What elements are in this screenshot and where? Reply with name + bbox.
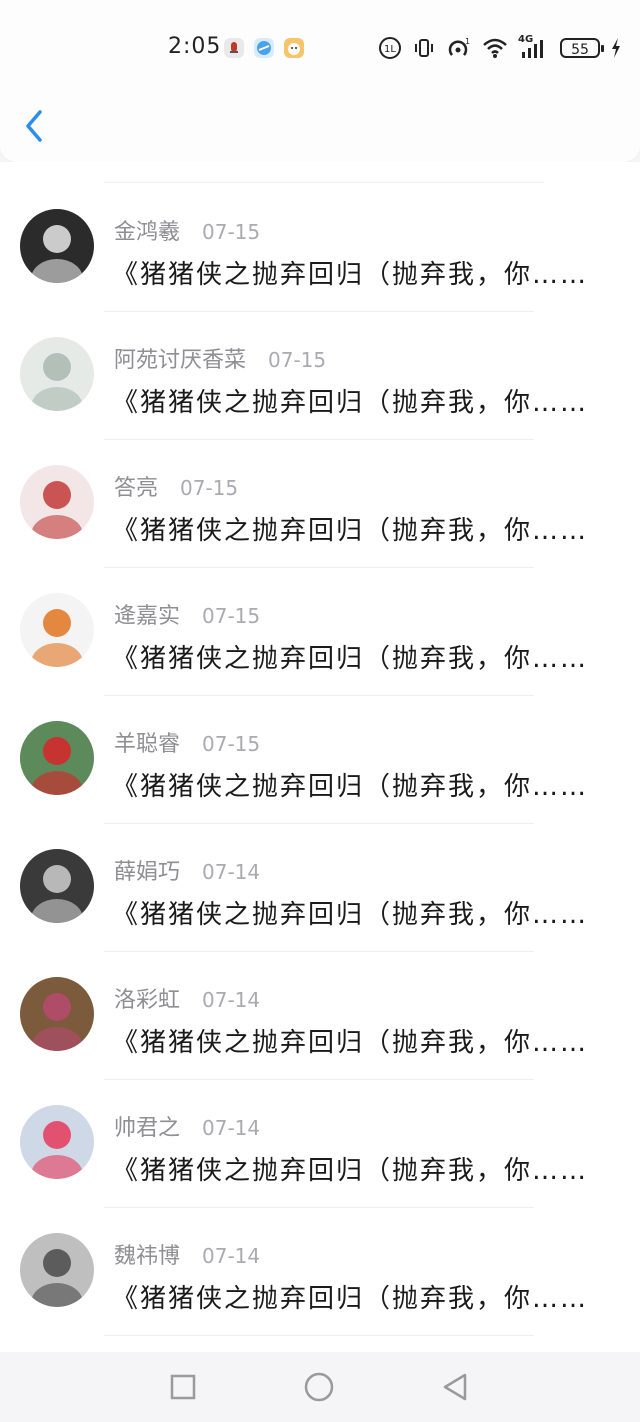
battery-indicator: 55 (560, 38, 604, 58)
commenter-name[interactable]: 逄嘉实 (114, 598, 180, 630)
comment-meta: 帅君之 07-14 (114, 1110, 261, 1142)
comment-meta: 洛彩虹 07-14 (114, 982, 261, 1014)
avatar[interactable] (20, 337, 94, 411)
comment-item[interactable]: 羊聪睿 07-15 《猪猪侠之抛弃回归（抛弃我，你…… (0, 696, 640, 824)
comment-text[interactable]: 《猪猪侠之抛弃回归（抛弃我，你…… (112, 638, 622, 675)
comment-meta: 薛娟巧 07-14 (114, 854, 261, 886)
avatar[interactable] (20, 465, 94, 539)
avatar[interactable] (20, 593, 94, 667)
cell-signal-icon: 4G (518, 34, 550, 60)
system-nav-bar (0, 1352, 640, 1422)
comment-text[interactable]: 《猪猪侠之抛弃回归（抛弃我，你…… (112, 766, 622, 803)
comment-item[interactable]: 魏祎博 07-14 《猪猪侠之抛弃回归（抛弃我，你…… (0, 1208, 640, 1336)
divider (104, 182, 544, 183)
hotspot-count: 1 (465, 37, 470, 46)
comment-item[interactable]: 洛彩虹 07-14 《猪猪侠之抛弃回归（抛弃我，你…… (0, 952, 640, 1080)
comment-date: 07-15 (202, 732, 261, 756)
comment-item[interactable]: 逄嘉实 07-15 《猪猪侠之抛弃回归（抛弃我，你…… (0, 568, 640, 696)
comment-date: 07-14 (202, 1116, 261, 1140)
comment-date: 07-15 (202, 604, 261, 628)
home-button[interactable] (302, 1370, 336, 1404)
comment-text[interactable]: 《猪猪侠之抛弃回归（抛弃我，你…… (112, 894, 622, 931)
comment-item[interactable]: 答亮 07-15 《猪猪侠之抛弃回归（抛弃我，你…… (0, 440, 640, 568)
status-indicators: 1L 1 4G 55 (378, 34, 622, 62)
comment-text[interactable]: 《猪猪侠之抛弃回归（抛弃我，你…… (112, 1278, 622, 1315)
commenter-name[interactable]: 金鸿羲 (114, 214, 180, 246)
chevron-left-icon (26, 110, 42, 142)
commenter-name[interactable]: 阿苑讨厌香菜 (114, 342, 246, 374)
triangle-back-icon (443, 1373, 467, 1401)
comment-date: 07-15 (268, 348, 327, 372)
comment-meta: 魏祎博 07-14 (114, 1238, 261, 1270)
comment-date: 07-15 (180, 476, 239, 500)
commenter-name[interactable]: 薛娟巧 (114, 854, 180, 886)
comment-date: 07-15 (202, 220, 261, 244)
avatar[interactable] (20, 1105, 94, 1179)
comment-meta: 羊聪睿 07-15 (114, 726, 261, 758)
cat-app-icon (284, 38, 304, 58)
vibrate-icon (412, 36, 436, 60)
comment-date: 07-14 (202, 1244, 261, 1268)
comment-meta: 金鸿羲 07-15 (114, 214, 261, 246)
charging-icon (610, 36, 622, 60)
comment-date: 07-14 (202, 988, 261, 1012)
comment-text[interactable]: 《猪猪侠之抛弃回归（抛弃我，你…… (112, 510, 622, 547)
commenter-name[interactable]: 答亮 (114, 470, 158, 502)
commenter-name[interactable]: 洛彩虹 (114, 982, 180, 1014)
system-back-button[interactable] (438, 1370, 472, 1404)
divider (104, 1335, 534, 1336)
square-icon (170, 1374, 196, 1400)
comment-text[interactable]: 《猪猪侠之抛弃回归（抛弃我，你…… (112, 382, 622, 419)
comment-text[interactable]: 《猪猪侠之抛弃回归（抛弃我，你…… (112, 1150, 622, 1187)
status-bar: 2:05 1L 1 4G 55 (0, 28, 640, 68)
commenter-name[interactable]: 魏祎博 (114, 1238, 180, 1270)
app-header: 2:05 1L 1 4G 55 (0, 0, 640, 162)
mic-app-icon (224, 38, 244, 58)
status-time: 2:05 (168, 34, 222, 59)
comment-date: 07-14 (202, 860, 261, 884)
comment-meta: 阿苑讨厌香菜 07-15 (114, 342, 327, 374)
comment-item[interactable]: 帅君之 07-14 《猪猪侠之抛弃回归（抛弃我，你…… (0, 1080, 640, 1208)
avatar[interactable] (20, 1233, 94, 1307)
wifi-icon (482, 36, 508, 60)
avatar[interactable] (20, 977, 94, 1051)
comment-meta: 逄嘉实 07-15 (114, 598, 261, 630)
recent-apps-button[interactable] (166, 1370, 200, 1404)
circle-icon (304, 1372, 334, 1402)
avatar[interactable] (20, 721, 94, 795)
comment-meta: 答亮 07-15 (114, 470, 239, 502)
commenter-name[interactable]: 羊聪睿 (114, 726, 180, 758)
comment-text[interactable]: 《猪猪侠之抛弃回归（抛弃我，你…… (112, 1022, 622, 1059)
back-button[interactable] (18, 106, 50, 146)
browser-app-icon (254, 38, 274, 58)
hd-call-icon: 1L (378, 36, 402, 60)
comment-item[interactable]: 薛娟巧 07-14 《猪猪侠之抛弃回归（抛弃我，你…… (0, 824, 640, 952)
commenter-name[interactable]: 帅君之 (114, 1110, 180, 1142)
svg-text:1L: 1L (384, 44, 396, 55)
comment-list-panel: 金鸿羲 07-15 《猪猪侠之抛弃回归（抛弃我，你…… 阿苑讨厌香菜 07-15 《猪猪侠… (0, 162, 640, 1352)
comment-item[interactable]: 阿苑讨厌香菜 07-15 《猪猪侠之抛弃回归（抛弃我，你…… (0, 312, 640, 440)
comment-list: 金鸿羲 07-15 《猪猪侠之抛弃回归（抛弃我，你…… 阿苑讨厌香菜 07-15 《猪猪侠… (0, 184, 640, 1336)
comment-text[interactable]: 《猪猪侠之抛弃回归（抛弃我，你…… (112, 254, 622, 291)
hotspot-icon: 1 (446, 36, 472, 60)
network-type-label: 4G (518, 34, 534, 45)
avatar[interactable] (20, 849, 94, 923)
avatar[interactable] (20, 209, 94, 283)
comment-item[interactable]: 金鸿羲 07-15 《猪猪侠之抛弃回归（抛弃我，你…… (0, 184, 640, 312)
